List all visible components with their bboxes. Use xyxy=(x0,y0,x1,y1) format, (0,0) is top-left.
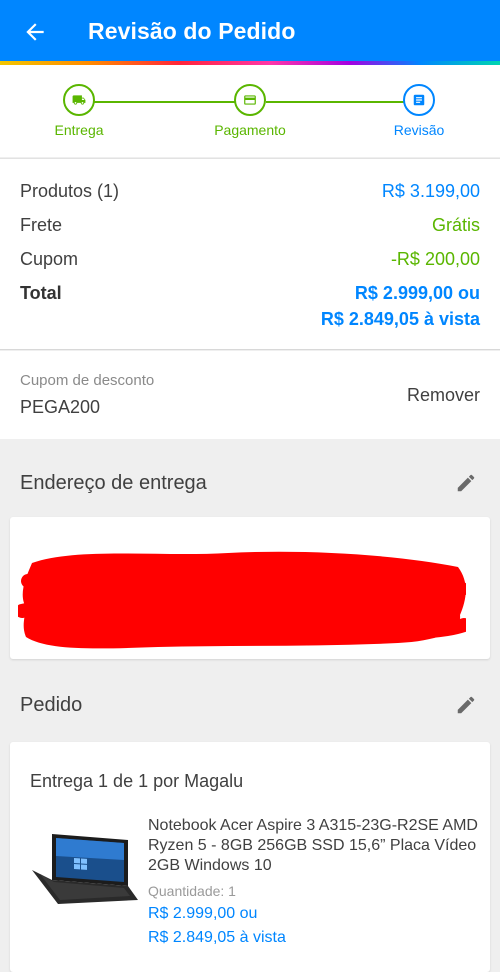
address-card[interactable] xyxy=(10,517,490,659)
total-cash-value: R$ 2.849,05 à vista xyxy=(320,309,480,329)
product-name[interactable]: Notebook Acer Aspire 3 A315-23G-R2SE AMD… xyxy=(148,816,478,876)
step-connector xyxy=(266,101,404,103)
coupon-code: PEGA200 xyxy=(20,397,101,417)
total-label: Total xyxy=(20,283,62,303)
checkout-stepper: Entrega Pagamento Revisão xyxy=(0,65,500,157)
product-price: R$ 2.999,00 ou xyxy=(148,905,258,922)
address-section-title: Endereço de entrega xyxy=(20,472,207,494)
arrow-left-icon[interactable] xyxy=(22,19,48,45)
coupon-label: Cupom xyxy=(20,249,79,269)
list-icon xyxy=(413,94,425,106)
shipping-label: Frete xyxy=(20,215,63,235)
order-summary: Produtos (1) R$ 3.199,00 Frete Grátis Cu… xyxy=(0,158,500,350)
product-price-cash: R$ 2.849,05 à vista xyxy=(148,929,286,946)
laptop-icon xyxy=(32,834,138,904)
credit-card-icon xyxy=(244,95,256,105)
remove-coupon-button[interactable]: Remover xyxy=(407,385,480,406)
step-pagamento xyxy=(234,84,266,116)
step-connector xyxy=(94,101,235,103)
coupon-value: -R$ 200,00 xyxy=(390,249,480,269)
total-value: R$ 2.999,00 ou xyxy=(354,283,480,303)
pencil-icon[interactable] xyxy=(455,472,477,494)
step-label-pagamento: Pagamento xyxy=(214,122,286,138)
products-value: R$ 3.199,00 xyxy=(381,181,480,201)
step-entrega xyxy=(63,84,95,116)
products-label: Produtos (1) xyxy=(20,181,120,201)
truck-icon xyxy=(72,95,86,105)
step-label-revisao: Revisão xyxy=(393,122,445,138)
coupon-section: Cupom de desconto PEGA200 Remover xyxy=(0,351,500,439)
delivery-title: Entrega 1 de 1 por Magalu xyxy=(30,771,244,791)
app-bar: Revisão do Pedido xyxy=(0,0,500,62)
redaction-scribble xyxy=(18,551,466,649)
order-section-title: Pedido xyxy=(20,694,83,716)
coupon-hint: Cupom de desconto xyxy=(20,372,155,389)
order-card: Entrega 1 de 1 por Magalu Notebook Acer … xyxy=(10,742,490,972)
step-revisao xyxy=(403,84,435,116)
step-label-entrega: Entrega xyxy=(54,122,104,138)
product-quantity: Quantidade: 1 xyxy=(148,883,236,899)
pencil-icon[interactable] xyxy=(455,694,477,716)
page-title: Revisão do Pedido xyxy=(88,18,296,44)
shipping-value: Grátis xyxy=(431,215,480,235)
